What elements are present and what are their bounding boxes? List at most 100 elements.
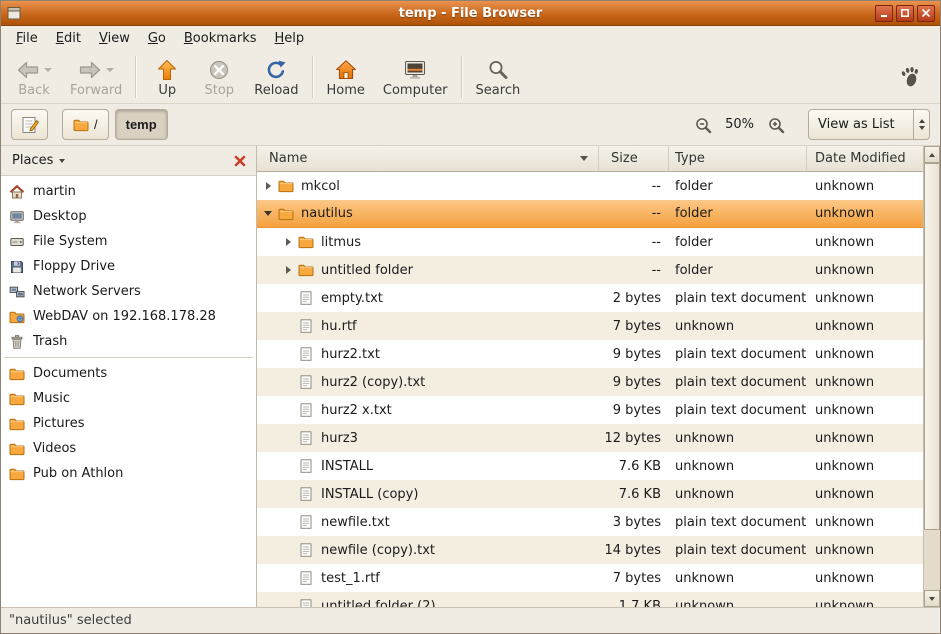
minimize-button[interactable] xyxy=(875,5,893,22)
expander-icon[interactable] xyxy=(262,179,276,193)
expander-icon[interactable] xyxy=(282,235,296,249)
folder-icon xyxy=(9,466,25,482)
sidebar-item-webdav-on-192-168-178-28[interactable]: WebDAV on 192.168.178.28 xyxy=(1,304,256,329)
edit-location-icon xyxy=(20,115,40,135)
toggle-location-entry-button[interactable] xyxy=(11,109,48,140)
file-row[interactable]: untitled folder--folderunknown xyxy=(257,256,923,284)
expander-icon[interactable] xyxy=(282,263,296,277)
status-bar: "nautilus" selected xyxy=(1,607,940,633)
file-row[interactable]: hurz2.txt9 bytesplain text documentunkno… xyxy=(257,340,923,368)
menu-edit[interactable]: Edit xyxy=(47,28,90,49)
sidebar-item-label: Documents xyxy=(33,366,107,381)
zoom-in-button[interactable] xyxy=(764,113,788,137)
file-row[interactable]: mkcol--folderunknown xyxy=(257,172,923,200)
file-row[interactable]: untitled folder (2)1.7 KBunknownunknown xyxy=(257,592,923,607)
expander-spacer xyxy=(282,431,296,445)
file-row[interactable]: hurz312 bytesunknownunknown xyxy=(257,424,923,452)
sidebar-item-desktop[interactable]: Desktop xyxy=(1,204,256,229)
expander-icon[interactable] xyxy=(262,207,276,221)
file-row[interactable]: INSTALL7.6 KBunknownunknown xyxy=(257,452,923,480)
expander-spacer xyxy=(282,487,296,501)
file-name: hu.rtf xyxy=(321,319,357,334)
close-icon xyxy=(233,154,247,168)
sidebar-item-floppy-drive[interactable]: Floppy Drive xyxy=(1,254,256,279)
file-type: plain text document xyxy=(669,340,807,368)
sidebar-item-videos[interactable]: Videos xyxy=(1,436,256,461)
file-pane: Name Size Type Date Modified mkcol--fold… xyxy=(257,146,940,607)
sidebar-item-pictures[interactable]: Pictures xyxy=(1,411,256,436)
menu-go[interactable]: Go xyxy=(139,28,175,49)
network-icon xyxy=(9,284,25,300)
up-button[interactable]: Up xyxy=(141,54,193,100)
combo-stepper-icon[interactable] xyxy=(913,110,929,139)
close-button[interactable] xyxy=(917,5,935,22)
column-header-modified[interactable]: Date Modified xyxy=(807,146,923,172)
places-selector[interactable]: Places xyxy=(8,151,69,170)
column-header-name[interactable]: Name xyxy=(257,146,599,172)
sidebar-item-documents[interactable]: Documents xyxy=(1,361,256,386)
menu-bookmarks[interactable]: Bookmarks xyxy=(175,28,266,49)
chevron-down-icon xyxy=(59,159,65,163)
sidebar-item-label: Trash xyxy=(33,334,67,349)
expander-spacer xyxy=(282,599,296,607)
file-row[interactable]: hu.rtf7 bytesunknownunknown xyxy=(257,312,923,340)
home-icon xyxy=(9,184,25,200)
file-name: INSTALL (copy) xyxy=(321,487,418,502)
titlebar[interactable]: temp - File Browser xyxy=(1,1,940,26)
menu-view[interactable]: View xyxy=(90,28,139,49)
sidebar-item-label: Network Servers xyxy=(33,284,141,299)
sidebar-item-pub-on-athlon[interactable]: Pub on Athlon xyxy=(1,461,256,486)
sidebar-close-button[interactable] xyxy=(231,152,249,170)
sidebar-item-music[interactable]: Music xyxy=(1,386,256,411)
file-row[interactable]: newfile.txt3 bytesplain text documentunk… xyxy=(257,508,923,536)
sidebar-item-trash[interactable]: Trash xyxy=(1,329,256,354)
vertical-scrollbar[interactable] xyxy=(923,146,940,607)
column-header-type[interactable]: Type xyxy=(669,146,807,172)
file-row[interactable]: litmus--folderunknown xyxy=(257,228,923,256)
path-current-button[interactable]: temp xyxy=(115,109,168,140)
file-row[interactable]: newfile (copy).txt14 bytesplain text doc… xyxy=(257,536,923,564)
text-file-icon xyxy=(298,318,314,334)
computer-button[interactable]: Computer xyxy=(374,54,457,100)
file-row[interactable]: nautilus--folderunknown xyxy=(257,200,923,228)
menu-help[interactable]: Help xyxy=(266,28,314,49)
zoom-out-button[interactable] xyxy=(691,113,715,137)
file-row[interactable]: hurz2 (copy).txt9 bytesplain text docume… xyxy=(257,368,923,396)
search-button[interactable]: Search xyxy=(467,54,530,100)
text-file-icon xyxy=(298,542,314,558)
sidebar-item-file-system[interactable]: File System xyxy=(1,229,256,254)
back-dropdown-arrow-icon[interactable] xyxy=(44,68,52,72)
sidebar-item-martin[interactable]: martin xyxy=(1,179,256,204)
sidebar-item-network-servers[interactable]: Network Servers xyxy=(1,279,256,304)
view-mode-combo[interactable]: View as List xyxy=(808,109,930,140)
maximize-button[interactable] xyxy=(896,5,914,22)
reload-button[interactable]: Reload xyxy=(245,54,307,100)
file-modified: unknown xyxy=(807,200,923,227)
file-row[interactable]: empty.txt2 bytesplain text documentunkno… xyxy=(257,284,923,312)
file-size: 2 bytes xyxy=(599,284,669,312)
folder-icon xyxy=(298,262,314,278)
scrollbar-track[interactable] xyxy=(924,163,940,590)
file-row[interactable]: test_1.rtf7 bytesunknownunknown xyxy=(257,564,923,592)
text-file-icon xyxy=(298,486,314,502)
file-name: test_1.rtf xyxy=(321,571,380,586)
column-header-size[interactable]: Size xyxy=(599,146,669,172)
text-file-icon xyxy=(298,458,314,474)
home-button[interactable]: Home xyxy=(318,54,374,100)
file-type: folder xyxy=(669,200,807,227)
file-row[interactable]: hurz2 x.txt9 bytesplain text documentunk… xyxy=(257,396,923,424)
stop-button[interactable]: Stop xyxy=(193,54,245,100)
file-row[interactable]: INSTALL (copy)7.6 KBunknownunknown xyxy=(257,480,923,508)
path-root-button[interactable]: / xyxy=(62,109,109,140)
file-modified: unknown xyxy=(807,564,923,592)
scroll-up-button[interactable] xyxy=(924,146,940,163)
expander-spacer xyxy=(282,459,296,473)
menu-file[interactable]: File xyxy=(7,28,47,49)
forward-dropdown-arrow-icon[interactable] xyxy=(106,68,114,72)
forward-button[interactable]: Forward xyxy=(61,54,131,100)
back-button[interactable]: Back xyxy=(7,54,61,100)
floppy-icon xyxy=(9,259,25,275)
scroll-down-button[interactable] xyxy=(924,590,940,607)
view-mode-label: View as List xyxy=(809,117,913,132)
scrollbar-thumb[interactable] xyxy=(924,163,940,530)
